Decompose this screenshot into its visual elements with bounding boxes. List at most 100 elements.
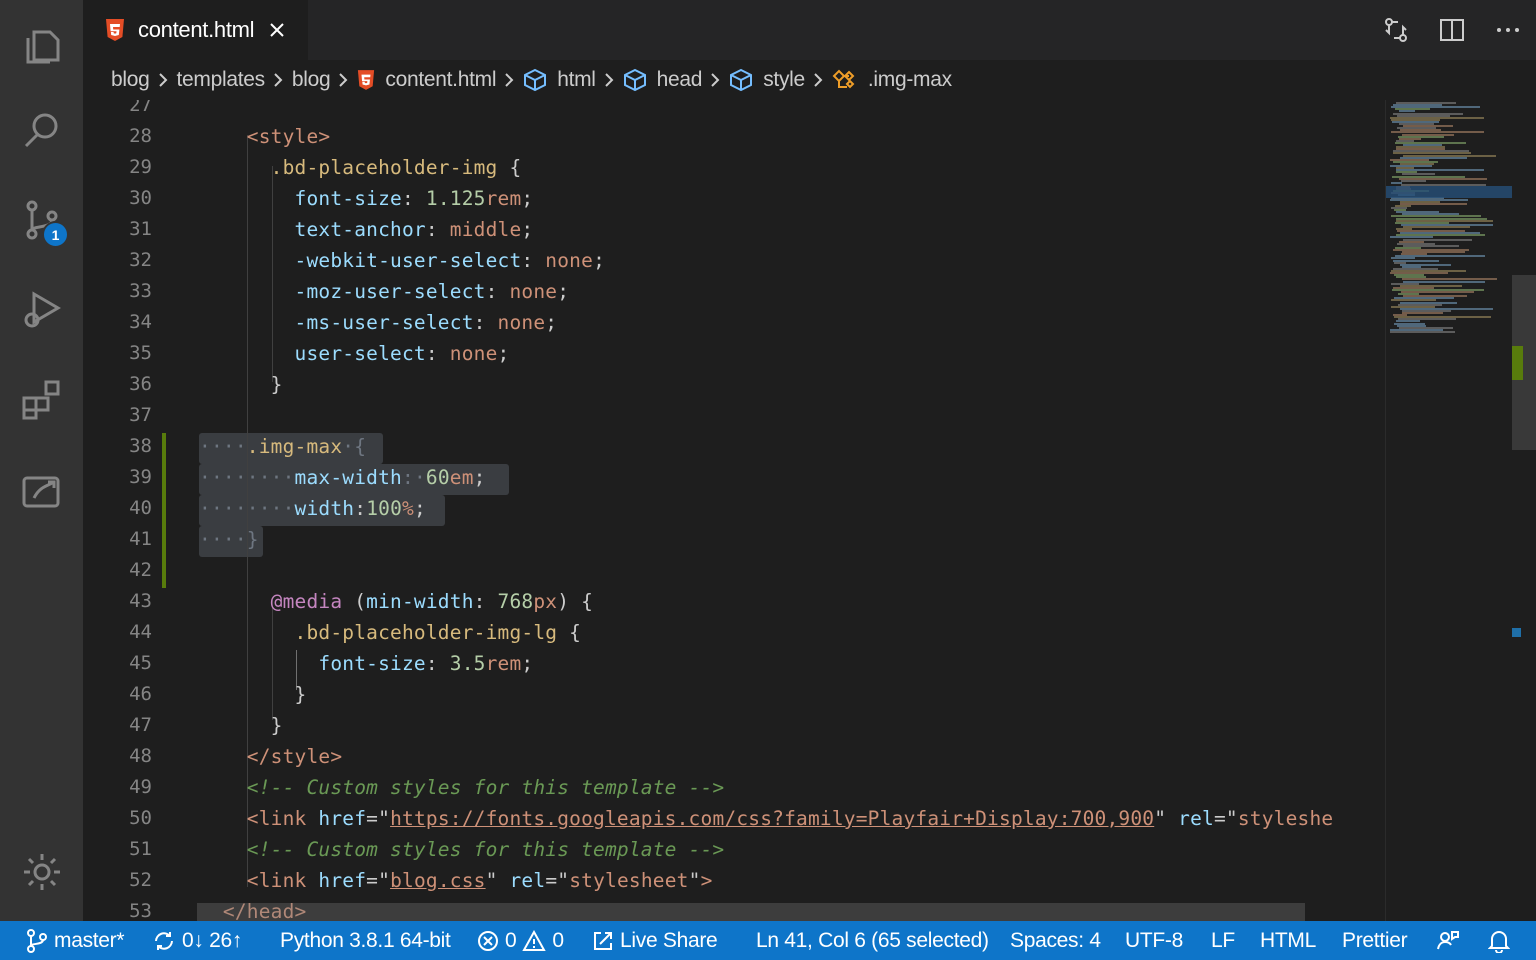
formatter-item[interactable]: Prettier	[1342, 921, 1408, 960]
more-actions-icon[interactable]	[1480, 0, 1536, 60]
breadcrumb-item[interactable]: head	[623, 68, 703, 92]
notifications-item[interactable]	[1488, 921, 1516, 960]
close-icon[interactable]	[266, 19, 288, 41]
code-line[interactable]: 42	[83, 555, 1385, 586]
git-branch-item[interactable]: master*	[26, 921, 125, 960]
code-line[interactable]: 39 ········max-width:·60em;	[83, 462, 1385, 493]
breadcrumb-label: html	[557, 68, 596, 91]
language-mode-item[interactable]: HTML	[1260, 921, 1316, 960]
encoding-label: UTF-8	[1125, 928, 1183, 952]
breadcrumb-label: style	[763, 68, 805, 91]
feedback-item[interactable]	[1436, 921, 1466, 960]
line-number: 50	[129, 807, 152, 829]
code-text: ····.img-max·{	[199, 435, 367, 458]
remote-explorer-icon[interactable]	[0, 446, 83, 534]
code-line[interactable]: 29 .bd-placeholder-img {	[83, 152, 1385, 183]
breadcrumb-label: blog	[291, 68, 331, 91]
problems-item[interactable]: 0 0	[477, 921, 564, 960]
code-text: <!-- Custom styles for this template -->	[246, 776, 725, 799]
code-text: <link href="blog.css" rel="stylesheet">	[246, 869, 713, 892]
breadcrumb-item[interactable]: html	[523, 68, 596, 92]
line-number: 41	[129, 528, 152, 550]
minimap[interactable]	[1385, 100, 1536, 921]
breadcrumb-item[interactable]: blog	[292, 68, 331, 92]
chevron-right-icon	[274, 73, 283, 87]
line-number: 37	[129, 404, 152, 426]
sync-label: 0↓ 26↑	[182, 928, 243, 952]
cube-icon	[730, 68, 753, 92]
code-line[interactable]: 50 <link href="https://fonts.googleapis.…	[83, 803, 1385, 834]
sync-item[interactable]: 0↓ 26↑	[152, 921, 242, 960]
open-changes-icon[interactable]	[1368, 0, 1424, 60]
cursor-position-item[interactable]: Ln 41, Col 6 (65 selected)	[756, 921, 989, 960]
tab-bar: content.html	[83, 0, 1536, 60]
code-text: -webkit-user-select: none;	[294, 249, 606, 272]
chevron-right-icon	[339, 73, 348, 87]
code-line[interactable]: 37	[83, 400, 1385, 431]
code-line[interactable]: 40 ········width:100%;	[83, 493, 1385, 524]
indentation-item[interactable]: Spaces: 4	[1010, 921, 1101, 960]
horizontal-scrollbar[interactable]	[197, 903, 1305, 921]
code-text: }	[199, 373, 283, 396]
code-line[interactable]: 33 -moz-user-select: none;	[83, 276, 1385, 307]
line-number: 35	[129, 342, 152, 364]
code-line[interactable]: 51 <!-- Custom styles for this template …	[83, 834, 1385, 865]
code-text: ········max-width:·60em;	[199, 466, 486, 489]
code-line[interactable]: 38 ····.img-max·{	[83, 431, 1385, 462]
sync-icon	[155, 931, 173, 950]
code-line[interactable]: 34 -ms-user-select: none;	[83, 307, 1385, 338]
breadcrumb-item[interactable]: style	[729, 68, 805, 92]
symbol-class-icon	[832, 69, 855, 89]
html5-icon	[358, 70, 375, 90]
code-text: .bd-placeholder-img {	[270, 156, 522, 179]
search-icon[interactable]	[0, 86, 83, 174]
line-number: 46	[129, 683, 152, 705]
run-debug-icon[interactable]	[0, 266, 83, 354]
code-line[interactable]: 30 font-size: 1.125rem;	[83, 183, 1385, 214]
minimap-line	[1402, 312, 1443, 314]
minimap-viewport[interactable]	[1386, 186, 1512, 198]
status-bar: master* 0↓ 26↑ Python 3.8.1 64-bit 0 0 L…	[0, 921, 1536, 960]
breadcrumb-item[interactable]: content.html	[357, 68, 496, 92]
python-interpreter-item[interactable]: Python 3.8.1 64-bit	[280, 921, 451, 960]
code-text: ········width:100%;	[199, 497, 426, 520]
code-line[interactable]: 47 }	[83, 710, 1385, 741]
code-editor[interactable]: 27 28 <style> 29 .bd-placeholder-img {30 f…	[83, 100, 1385, 921]
code-line[interactable]: 48 </style>	[83, 741, 1385, 772]
live-share-icon	[594, 931, 612, 950]
code-line[interactable]: 43 @media (min-width: 768px) {	[83, 586, 1385, 617]
code-text: @media (min-width: 768px) {	[270, 590, 594, 613]
warning-count: 0	[552, 928, 564, 952]
encoding-item[interactable]: UTF-8	[1125, 921, 1183, 960]
code-line[interactable]: 45 font-size: 3.5rem;	[83, 648, 1385, 679]
code-line[interactable]: 35 user-select: none;	[83, 338, 1385, 369]
cube-icon	[524, 68, 547, 92]
scrollbar-selection-marker	[1512, 628, 1521, 637]
branch-label: master*	[54, 928, 125, 952]
code-line[interactable]: 52 <link href="blog.css" rel="stylesheet…	[83, 865, 1385, 896]
code-line[interactable]: 31 text-anchor: middle;	[83, 214, 1385, 245]
extensions-icon[interactable]	[0, 356, 83, 444]
line-number: 42	[129, 559, 152, 581]
live-share-item[interactable]: Live Share	[592, 921, 718, 960]
eol-item[interactable]: LF	[1211, 921, 1235, 960]
line-number: 39	[129, 466, 152, 488]
source-control-badge: 1	[42, 221, 69, 248]
explorer-icon[interactable]	[0, 0, 83, 88]
code-line[interactable]: 32 -webkit-user-select: none;	[83, 245, 1385, 276]
code-line[interactable]: 44 .bd-placeholder-img-lg {	[83, 617, 1385, 648]
code-line[interactable]: 27	[83, 100, 1385, 121]
tab-content-html[interactable]: content.html	[83, 0, 308, 60]
breadcrumb-item[interactable]: .img-max	[832, 68, 952, 92]
code-line[interactable]: 28 <style>	[83, 121, 1385, 152]
breadcrumb-item[interactable]: blog	[111, 68, 150, 92]
source-control-icon[interactable]	[0, 176, 83, 264]
settings-gear-icon[interactable]	[0, 828, 83, 916]
code-line[interactable]: 36 }	[83, 369, 1385, 400]
code-text: <!-- Custom styles for this template -->	[246, 838, 725, 861]
split-editor-icon[interactable]	[1424, 0, 1480, 60]
code-line[interactable]: 49 <!-- Custom styles for this template …	[83, 772, 1385, 803]
breadcrumb-item[interactable]: templates	[177, 68, 266, 92]
code-line[interactable]: 41 ····}	[83, 524, 1385, 555]
code-line[interactable]: 46 }	[83, 679, 1385, 710]
